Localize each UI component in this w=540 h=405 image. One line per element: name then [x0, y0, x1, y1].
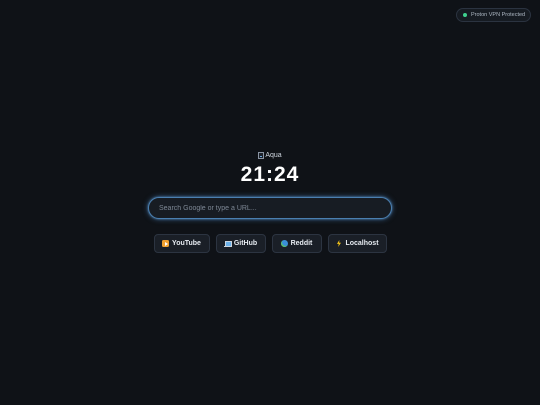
vpn-status-label: Proton VPN Protected [471, 12, 526, 18]
quick-link-label: YouTube [172, 240, 201, 247]
search-box[interactable] [148, 197, 392, 219]
clock: 21:24 [240, 163, 300, 186]
center-panel: Aqua 21:24 YouTube GitHub Reddit Localho… [0, 150, 540, 253]
logo-alt-text: Aqua [265, 151, 282, 159]
quick-link-label: Reddit [290, 240, 313, 247]
lightning-icon [335, 240, 342, 247]
play-icon [162, 240, 170, 247]
quick-link-label: Localhost [345, 240, 379, 247]
laptop-icon [223, 240, 232, 247]
vpn-status-dot-icon [463, 13, 467, 17]
globe-icon [280, 240, 288, 247]
logo: Aqua [258, 150, 282, 160]
new-tab-page: Proton VPN Protected Aqua 21:24 YouTube … [0, 0, 540, 405]
quick-link-label: GitHub [233, 240, 258, 247]
quick-link-reddit-button[interactable]: Reddit [271, 234, 322, 253]
broken-image-icon [258, 151, 265, 159]
search-input[interactable] [159, 204, 391, 212]
quick-links: YouTube GitHub Reddit Localhost [153, 234, 387, 253]
quick-link-localhost-button[interactable]: Localhost [327, 234, 387, 253]
quick-link-youtube-button[interactable]: YouTube [153, 234, 210, 253]
quick-link-github-button[interactable]: GitHub [215, 234, 266, 253]
vpn-status-badge[interactable]: Proton VPN Protected [456, 8, 531, 22]
